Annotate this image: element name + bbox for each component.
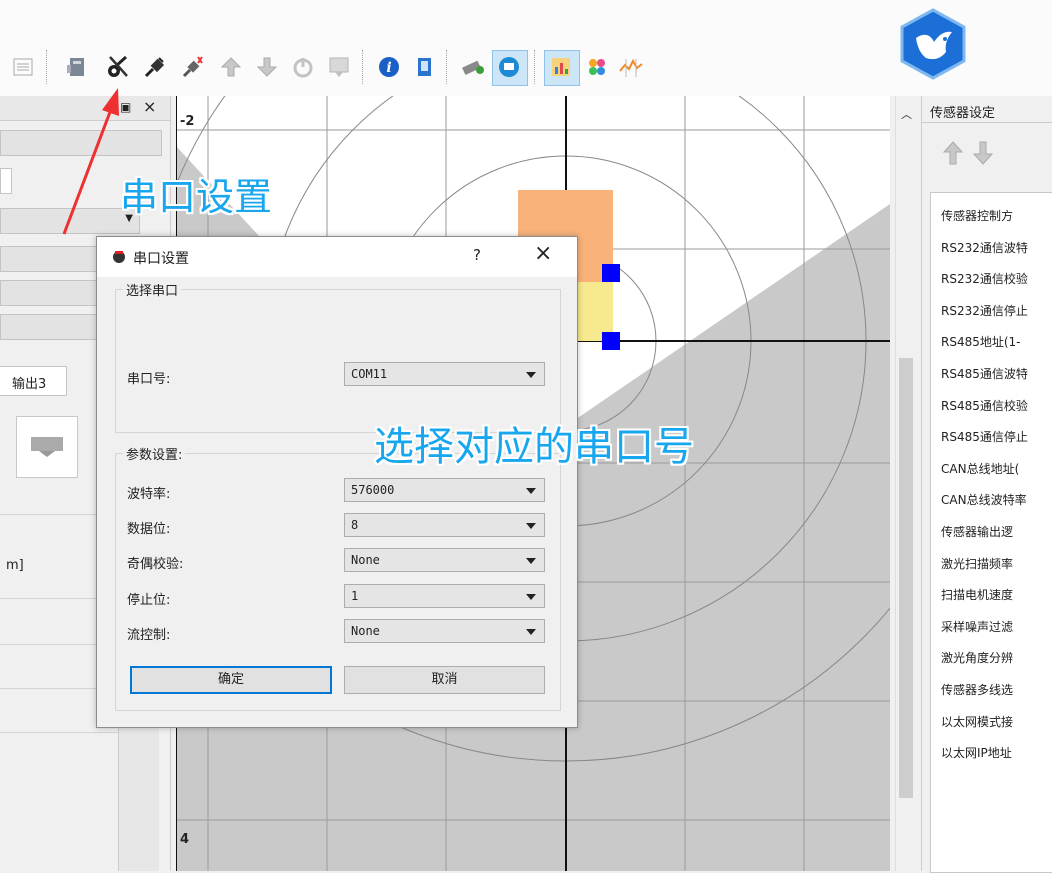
databits-value: 8	[351, 518, 359, 532]
flowcontrol-select[interactable]: None	[344, 619, 545, 643]
settings-row[interactable]: 传感器控制方	[941, 207, 1052, 227]
panel-header: ▣ ×	[0, 96, 170, 121]
scroll-thumb[interactable]	[899, 358, 913, 798]
float-icon[interactable]: ▣	[120, 100, 131, 114]
port-select[interactable]: COM11	[344, 362, 545, 386]
settings-row[interactable]: 采样噪声过滤	[941, 618, 1052, 638]
close-button[interactable]: ×	[534, 241, 552, 266]
settings-row[interactable]: 传感器输出逻	[941, 523, 1052, 543]
sensor-settings-title: 传感器设定	[930, 106, 996, 121]
settings-row[interactable]: RS485通信停止	[941, 428, 1052, 448]
svg-text:i: i	[386, 60, 391, 76]
disconnect-icon[interactable]	[178, 52, 208, 82]
upload-icon[interactable]	[216, 52, 246, 82]
serial-settings-icon[interactable]	[102, 52, 132, 82]
annotation-select-port: 选择对应的串口号	[374, 424, 694, 470]
dialog-titlebar: 串口设置 ? ×	[97, 237, 577, 277]
sensor-settings-panel: 传感器设定 传感器控制方 RS232通信波特 RS232通信校验 RS232通信停止 R…	[921, 96, 1052, 873]
stopbits-value: 1	[351, 589, 359, 603]
chevron-up-icon[interactable]: ︿	[901, 106, 912, 122]
settings-row[interactable]: 扫描电机速度	[941, 586, 1052, 606]
display-icon[interactable]	[494, 52, 524, 82]
settings-row[interactable]: 传感器多线选	[941, 681, 1052, 701]
stopbits-label: 停止位:	[127, 593, 171, 608]
settings-row[interactable]: RS485地址(1-	[941, 333, 1052, 353]
settings-row[interactable]: 以太网模式接	[941, 713, 1052, 733]
settings-row[interactable]: CAN总线波特率	[941, 491, 1052, 511]
settings-list: 传感器控制方 RS232通信波特 RS232通信校验 RS232通信停止 RS485地址…	[930, 192, 1052, 873]
cancel-button[interactable]: 取消	[344, 666, 545, 694]
help-button[interactable]: ?	[473, 246, 481, 264]
settings-row[interactable]: 激光角度分辨	[941, 649, 1052, 669]
port-select-value: COM11	[351, 367, 388, 381]
parity-label: 奇偶校验:	[127, 557, 184, 572]
output-preview-icon[interactable]	[16, 416, 78, 478]
chevron-down-icon	[526, 488, 536, 494]
settings-row[interactable]: RS485通信校验	[941, 397, 1052, 417]
port-label: 串口号:	[127, 372, 171, 387]
port-group-label: 选择串口	[123, 280, 182, 299]
panel-field-2[interactable]	[0, 168, 12, 194]
tab-output3[interactable]: 输出3	[0, 366, 67, 396]
serial-settings-dialog: 串口设置 ? × 选择串口 串口号: COM11 参数设置: 波特率: 5760…	[96, 236, 578, 728]
flowcontrol-label: 流控制:	[127, 628, 171, 643]
chevron-down-icon	[526, 629, 536, 635]
panel-field-1[interactable]	[0, 130, 162, 156]
parity-select[interactable]: None	[344, 548, 545, 572]
settings-row[interactable]: RS485通信波特	[941, 365, 1052, 385]
waveform-icon[interactable]	[616, 52, 646, 82]
chevron-down-icon	[526, 372, 536, 378]
axis-label-bottom: 4	[180, 832, 190, 847]
panel-dropdown[interactable]: ▼	[0, 208, 140, 234]
parity-value: None	[351, 553, 380, 567]
device-icon[interactable]	[62, 52, 92, 82]
baud-select[interactable]: 576000	[344, 478, 545, 502]
port-group	[115, 289, 561, 433]
flowcontrol-value: None	[351, 624, 380, 638]
chevron-down-icon	[526, 523, 536, 529]
chevron-down-icon	[526, 594, 536, 600]
databits-label: 数据位:	[127, 522, 171, 537]
axis-label-top: -2	[180, 114, 195, 129]
settings-row[interactable]: RS232通信停止	[941, 302, 1052, 322]
settings-row[interactable]: RS232通信波特	[941, 239, 1052, 259]
export-icon[interactable]	[410, 52, 440, 82]
power-icon[interactable]	[288, 52, 318, 82]
chart-icon[interactable]	[546, 52, 576, 82]
unit-label: m]	[6, 558, 24, 573]
chevron-down-icon	[526, 558, 536, 564]
toolbar: i	[0, 0, 1052, 96]
palette-icon[interactable]	[582, 52, 612, 82]
baud-label: 波特率:	[127, 487, 171, 502]
app-logo	[898, 8, 968, 80]
stopbits-select[interactable]: 1	[344, 584, 545, 608]
annotation-serial-settings: 串口设置	[120, 175, 273, 219]
tool-icon[interactable]	[458, 52, 488, 82]
settings-row[interactable]: CAN总线地址(	[941, 460, 1052, 480]
databits-select[interactable]: 8	[344, 513, 545, 537]
connect-icon[interactable]	[140, 52, 170, 82]
dialog-title: 串口设置	[133, 251, 189, 267]
tab-output3-label: 输出3	[12, 377, 47, 392]
info-icon[interactable]: i	[374, 52, 404, 82]
vertical-scrollbar[interactable]: ︿	[895, 96, 916, 871]
close-panel-icon[interactable]: ×	[143, 97, 156, 116]
list-icon[interactable]	[8, 52, 38, 82]
settings-row[interactable]: RS232通信校验	[941, 270, 1052, 290]
app-small-icon	[111, 248, 127, 268]
baud-value: 576000	[351, 483, 395, 497]
ok-button[interactable]: 确定	[130, 666, 332, 694]
download-icon[interactable]	[252, 52, 282, 82]
save-icon[interactable]	[324, 52, 354, 82]
settings-row[interactable]: 以太网IP地址	[941, 744, 1052, 764]
settings-row[interactable]: 激光扫描频率	[941, 555, 1052, 575]
move-up-icon[interactable]	[942, 140, 964, 170]
move-down-icon[interactable]	[972, 140, 994, 170]
param-group-label: 参数设置:	[123, 444, 186, 463]
